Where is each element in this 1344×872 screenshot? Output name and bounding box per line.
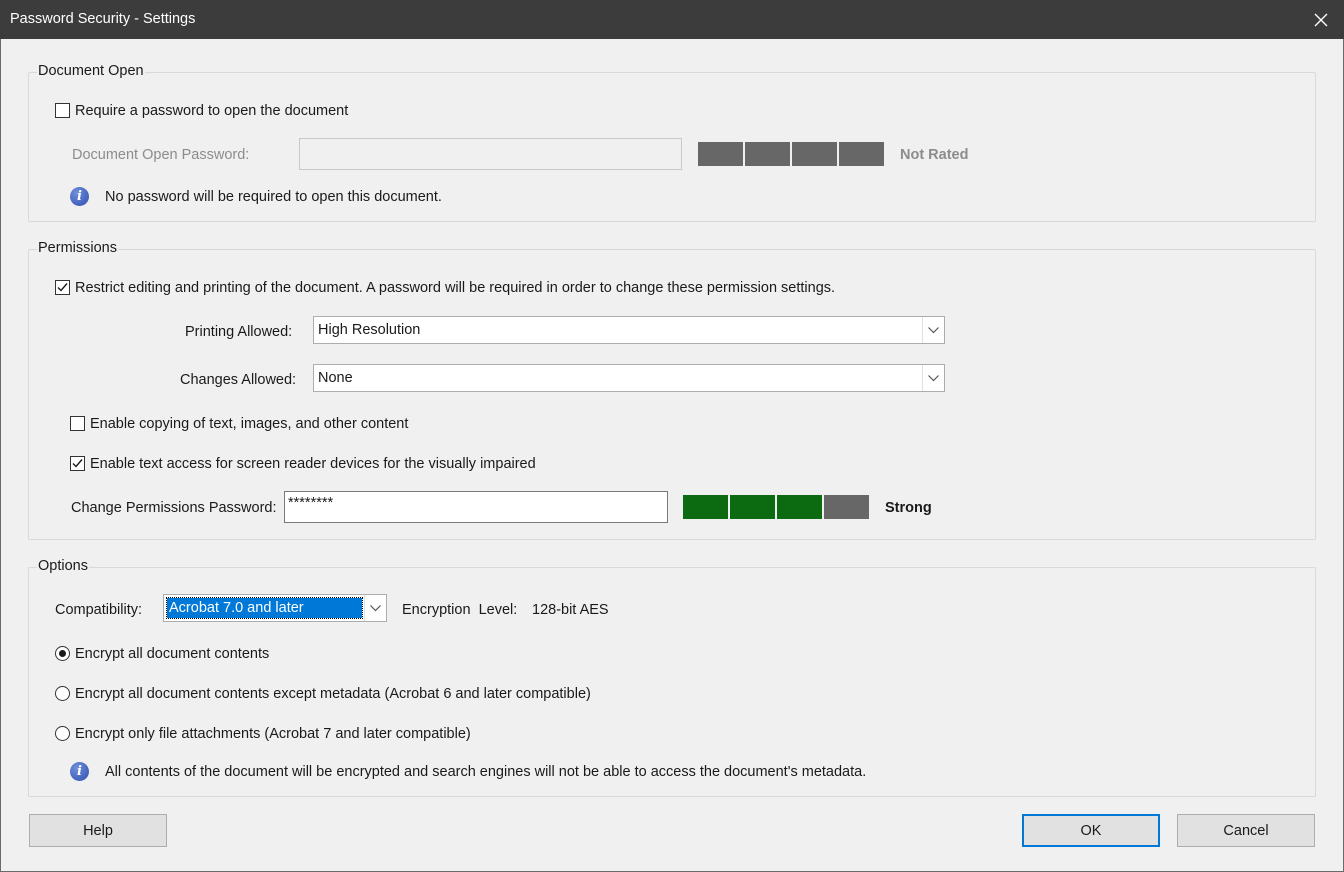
restrict-editing-label: Restrict editing and printing of the doc… (75, 280, 836, 296)
close-icon (1314, 13, 1328, 26)
strength-segment (698, 142, 743, 166)
document-open-password-label: Document Open Password: (72, 147, 250, 163)
cancel-button[interactable]: Cancel (1177, 814, 1315, 847)
title-bar: Password Security - Settings (0, 0, 1344, 39)
document-open-legend: Document Open (37, 63, 145, 79)
permissions-legend: Permissions (37, 240, 118, 256)
encrypt-attachments-radio[interactable] (55, 726, 70, 741)
checkmark-icon (57, 283, 68, 292)
strength-segment (745, 142, 790, 166)
restrict-editing-checkbox[interactable] (55, 280, 70, 295)
radio-selected-dot (59, 650, 66, 657)
ok-button[interactable]: OK (1022, 814, 1160, 847)
permissions-strength-label: Strong (885, 500, 932, 516)
enable-copying-label: Enable copying of text, images, and othe… (90, 416, 409, 432)
document-open-password-field[interactable] (299, 138, 682, 170)
checkmark-icon (72, 459, 83, 468)
strength-segment (839, 142, 884, 166)
encrypt-all-radio[interactable] (55, 646, 70, 661)
change-permissions-password-label: Change Permissions Password: (71, 500, 277, 516)
encryption-level-label: Encryption Level: (402, 602, 518, 618)
document-open-strength-meter (698, 142, 884, 166)
window-title: Password Security - Settings (10, 11, 196, 27)
changes-allowed-select[interactable]: None (313, 364, 945, 392)
strength-segment (792, 142, 837, 166)
encrypt-attachments-label: Encrypt only file attachments (Acrobat 7… (75, 726, 471, 742)
change-permissions-password-field[interactable]: ******** (284, 491, 668, 523)
help-button[interactable]: Help (29, 814, 167, 847)
compatibility-select[interactable]: Acrobat 7.0 and later (163, 594, 387, 622)
encryption-level-value: 128-bit AES (532, 602, 609, 618)
compatibility-label: Compatibility: (55, 602, 143, 618)
strength-segment (777, 495, 822, 519)
chevron-down-icon (364, 595, 386, 621)
printing-allowed-value: High Resolution (318, 322, 421, 338)
document-open-info-text: No password will be required to open thi… (105, 189, 442, 205)
chevron-down-icon (922, 365, 944, 391)
require-password-checkbox[interactable] (55, 103, 70, 118)
screen-reader-checkbox[interactable] (70, 456, 85, 471)
chevron-down-icon (922, 317, 944, 343)
require-password-label: Require a password to open the document (75, 103, 349, 119)
close-button[interactable] (1298, 0, 1344, 39)
printing-allowed-select[interactable]: High Resolution (313, 316, 945, 344)
enable-copying-checkbox[interactable] (70, 416, 85, 431)
document-open-strength-label: Not Rated (900, 147, 969, 163)
options-legend: Options (37, 558, 89, 574)
changes-allowed-label: Changes Allowed: (180, 372, 297, 388)
encrypt-except-metadata-radio[interactable] (55, 686, 70, 701)
screen-reader-label: Enable text access for screen reader dev… (90, 456, 536, 472)
options-info-text: All contents of the document will be enc… (105, 764, 867, 780)
info-icon: i (70, 762, 89, 781)
encrypt-except-metadata-label: Encrypt all document contents except met… (75, 686, 591, 702)
printing-allowed-label: Printing Allowed: (185, 324, 293, 340)
changes-allowed-value: None (318, 370, 353, 386)
compatibility-value: Acrobat 7.0 and later (166, 597, 363, 619)
strength-segment (683, 495, 728, 519)
encrypt-all-label: Encrypt all document contents (75, 646, 270, 662)
strength-segment (824, 495, 869, 519)
permissions-strength-meter (683, 495, 869, 519)
info-icon: i (70, 187, 89, 206)
strength-segment (730, 495, 775, 519)
